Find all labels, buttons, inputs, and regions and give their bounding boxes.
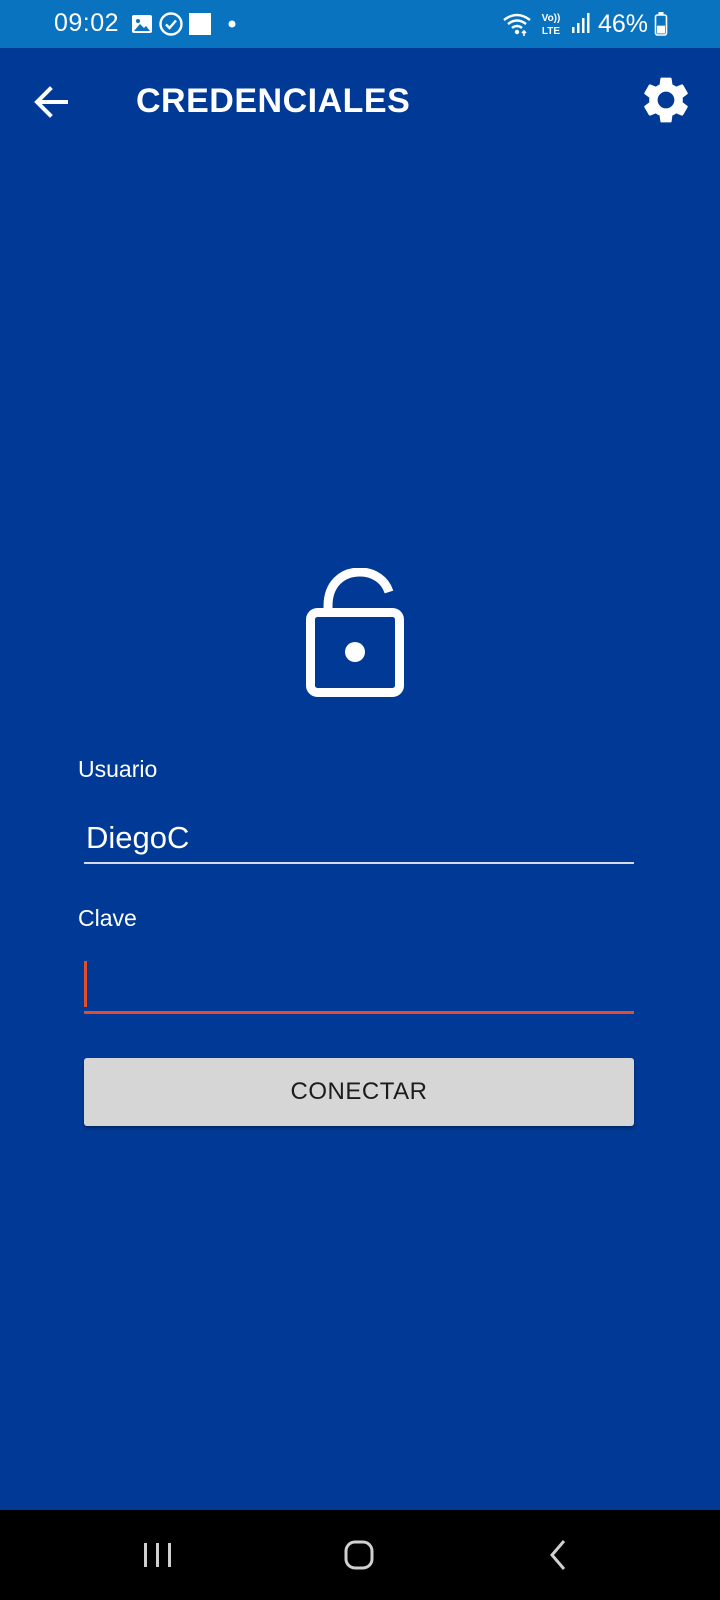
battery-icon — [654, 12, 668, 36]
image-icon — [132, 15, 152, 33]
gear-icon — [644, 77, 688, 123]
wifi-icon — [503, 13, 531, 36]
username-label: Usuario — [78, 756, 158, 782]
username-underline — [84, 862, 634, 864]
unlocked-padlock-icon — [306, 568, 404, 697]
status-bar: 09:02 Vo)) LTE 46% — [0, 0, 720, 48]
connect-button[interactable]: CONECTAR — [84, 1058, 634, 1126]
password-underline — [84, 1011, 634, 1014]
arrow-left-icon — [34, 86, 68, 118]
dot-icon — [228, 20, 236, 28]
recents-button[interactable] — [128, 1530, 188, 1580]
volte-icon: Vo)) LTE — [542, 13, 561, 37]
status-time: 09:02 — [54, 9, 120, 37]
nav-back-button[interactable] — [530, 1530, 590, 1580]
check-circle-icon — [159, 12, 183, 36]
lte-label: LTE — [542, 26, 560, 37]
settings-button[interactable] — [638, 72, 694, 128]
recents-icon — [144, 1543, 171, 1567]
text-cursor — [84, 961, 87, 1007]
page-title: CREDENCIALES — [136, 82, 411, 120]
password-label: Clave — [78, 905, 137, 931]
system-icons: Vo)) LTE 46% — [502, 10, 668, 38]
back-button[interactable] — [28, 78, 76, 126]
notification-icons — [130, 12, 252, 36]
username-input[interactable] — [84, 812, 634, 864]
login-screen: 09:02 Vo)) LTE 46% CREDENCIALES Usuario … — [0, 0, 720, 1600]
signal-icon — [571, 13, 590, 33]
app-bar: CREDENCIALES — [0, 48, 720, 158]
home-button[interactable] — [329, 1530, 389, 1580]
password-input[interactable] — [84, 958, 634, 1010]
back-icon — [550, 1540, 566, 1570]
navigation-bar — [0, 1510, 720, 1600]
volte-label: Vo)) — [542, 13, 561, 24]
home-icon — [344, 1540, 374, 1570]
white-square-icon — [189, 13, 211, 35]
battery-percent: 46% — [597, 9, 648, 38]
